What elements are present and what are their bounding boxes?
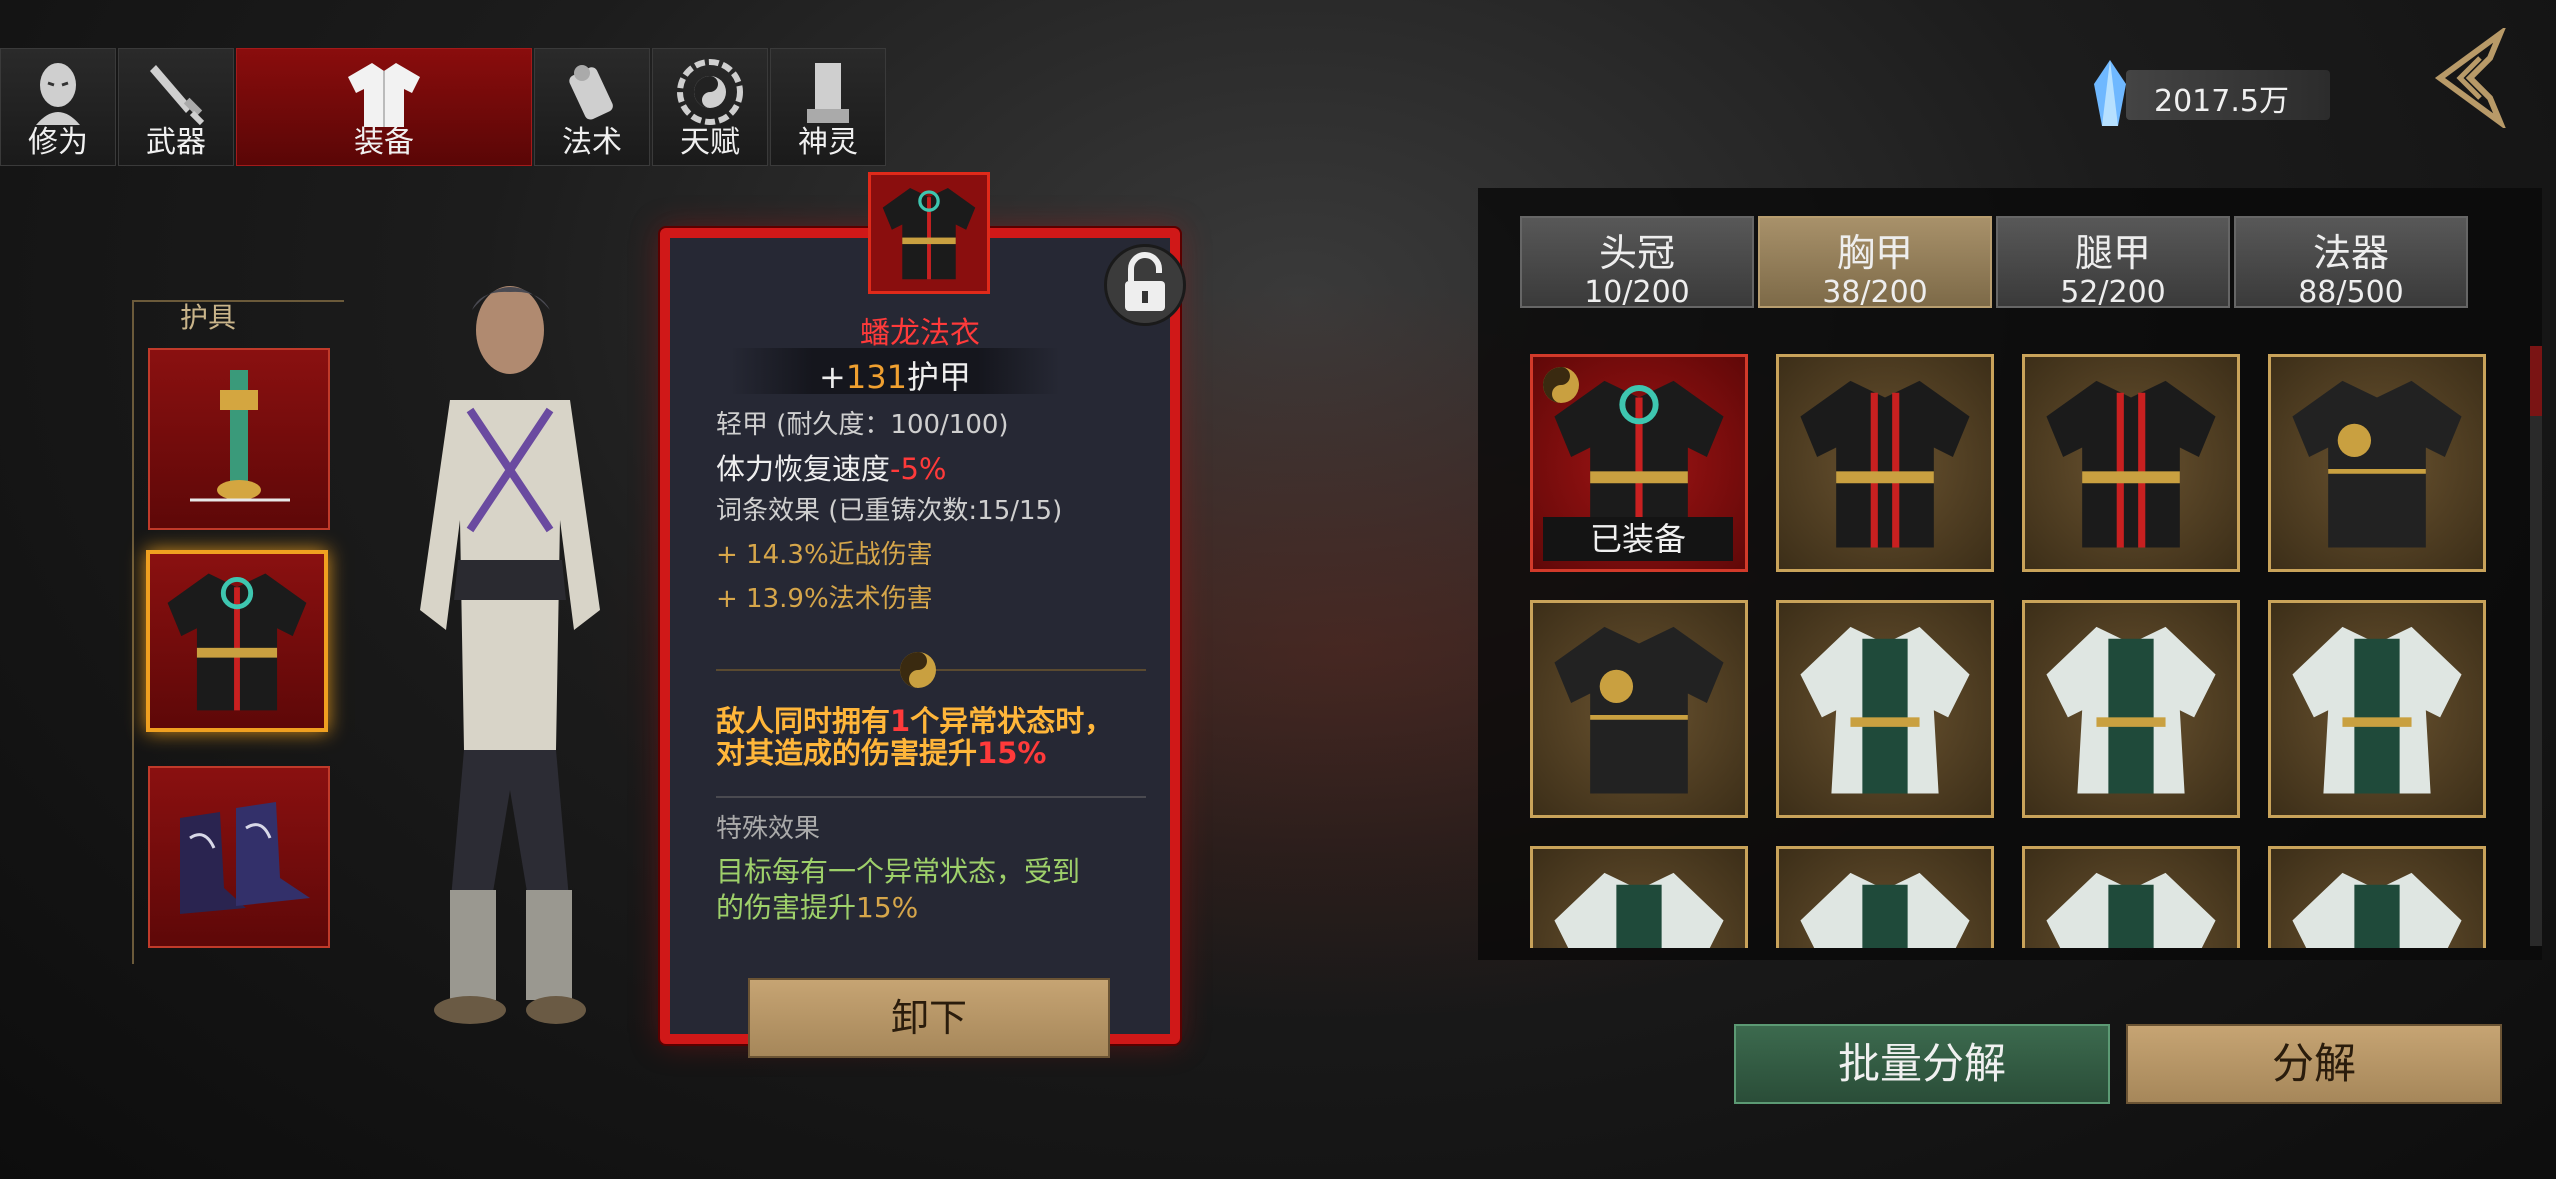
- special-effect-line: 目标每有一个异常状态，受到: [716, 855, 1081, 888]
- robe-icon: [2292, 872, 2462, 948]
- tab-helmet[interactable]: 头冠 10/200: [1520, 216, 1754, 310]
- top-tab-bar: 修为 武器 装备 法术 天赋 神灵: [0, 48, 888, 166]
- inventory-item[interactable]: [2022, 600, 2240, 818]
- character-model: [420, 286, 600, 1024]
- inventory-grid: 已装备: [1526, 350, 2490, 948]
- gear-slot-boots[interactable]: [148, 766, 330, 948]
- armor-stat: +131护甲: [819, 358, 971, 396]
- crystal-icon: [2094, 60, 2126, 126]
- tab-equipment[interactable]: 装备: [236, 48, 532, 166]
- scroll-icon: [569, 65, 613, 120]
- robe-icon: [1554, 872, 1724, 948]
- category-name: 头冠: [1598, 231, 1675, 275]
- tab-artifact[interactable]: 法器 88/500: [2234, 216, 2468, 310]
- lock-icon[interactable]: [1104, 244, 1186, 326]
- robe-icon: [2292, 380, 2462, 548]
- inventory-item[interactable]: [1776, 600, 1994, 818]
- bagua-icon: [677, 59, 743, 125]
- item-thumbnail: [868, 172, 990, 294]
- salvage-button[interactable]: 分解: [2126, 1024, 2502, 1104]
- gear-label: 护具: [180, 301, 237, 334]
- affix-line: + 13.9%法术伤害: [716, 584, 933, 614]
- inventory-item[interactable]: [1530, 846, 1748, 948]
- tab-cultivation[interactable]: 修为: [0, 48, 116, 166]
- back-icon[interactable]: [2420, 28, 2520, 128]
- affix-line: + 14.3%近战伤害: [716, 540, 933, 570]
- special-effect-line: 的伤害提升15%: [716, 891, 919, 924]
- category-count: 38/200: [1822, 275, 1928, 310]
- robe-icon: [1800, 872, 1970, 948]
- currency-display: 2017.5万: [2090, 60, 2332, 126]
- inventory-item[interactable]: [1530, 600, 1748, 818]
- inventory-item[interactable]: [2022, 354, 2240, 572]
- inventory-item[interactable]: [2268, 846, 2486, 948]
- unequip-button[interactable]: 卸下: [748, 978, 1110, 1058]
- boots-icon: [180, 802, 310, 914]
- robe-icon: [167, 573, 307, 711]
- scrollbar-thumb[interactable]: [2530, 346, 2542, 416]
- robe-icon: [348, 63, 420, 127]
- armor-type-durability: 轻甲 (耐久度：100/100): [716, 410, 1009, 440]
- robe-icon: [2046, 380, 2216, 548]
- tab-weapons[interactable]: 武器: [118, 48, 234, 166]
- divider: [716, 796, 1146, 798]
- tab-talents[interactable]: 天赋: [652, 48, 768, 166]
- category-count: 88/500: [2298, 275, 2404, 310]
- item-name: 蟠龙法衣: [860, 316, 980, 351]
- tablet-icon: [807, 63, 849, 123]
- inventory-item[interactable]: [2268, 354, 2486, 572]
- tab-spells[interactable]: 法术: [534, 48, 650, 166]
- stamina-stat: 体力恢复速度-5%: [716, 452, 947, 486]
- inventory-item[interactable]: [2022, 846, 2240, 948]
- yin-yang-icon: [1543, 367, 1579, 403]
- gear-slot-robe[interactable]: [146, 550, 328, 732]
- category-name: 胸甲: [1836, 231, 1913, 275]
- gear-slot-pendant[interactable]: [148, 348, 330, 530]
- inventory-item[interactable]: 已装备: [1530, 354, 1748, 572]
- equipped-badge: 已装备: [1543, 517, 1733, 561]
- tab-chest[interactable]: 胸甲 38/200: [1758, 216, 1992, 310]
- special-effect-header: 特殊效果: [716, 814, 821, 844]
- robe-icon: [2046, 626, 2216, 794]
- set-effect-line: 对其造成的伤害提升15%: [716, 736, 1047, 770]
- batch-salvage-button[interactable]: 批量分解: [1734, 1024, 2110, 1104]
- scrollbar-track[interactable]: [2530, 346, 2542, 946]
- category-count: 52/200: [2060, 275, 2166, 310]
- category-name: 腿甲: [2074, 231, 2151, 275]
- category-count: 10/200: [1584, 275, 1690, 310]
- sword-icon: [150, 65, 205, 125]
- currency-value: 2017.5万: [2154, 84, 2289, 119]
- armor-stat-banner: +131护甲: [730, 348, 1060, 396]
- inventory-item[interactable]: [1776, 354, 1994, 572]
- robe-icon: [882, 188, 976, 280]
- tab-legs[interactable]: 腿甲 52/200: [1996, 216, 2230, 310]
- inventory-item[interactable]: [1776, 846, 1994, 948]
- inventory-item[interactable]: [2268, 600, 2486, 818]
- jade-pendant-icon: [190, 370, 290, 502]
- yin-yang-icon: [900, 652, 936, 688]
- affix-header: 词条效果 (已重铸次数:15/15): [716, 496, 1063, 526]
- category-name: 法器: [2312, 231, 2389, 275]
- robe-icon: [1800, 380, 1970, 548]
- robe-icon: [2292, 626, 2462, 794]
- robe-icon: [2046, 872, 2216, 948]
- monk-head-icon: [36, 63, 80, 125]
- tab-deities[interactable]: 神灵: [770, 48, 886, 166]
- robe-icon: [1800, 626, 1970, 794]
- robe-icon: [1554, 626, 1724, 794]
